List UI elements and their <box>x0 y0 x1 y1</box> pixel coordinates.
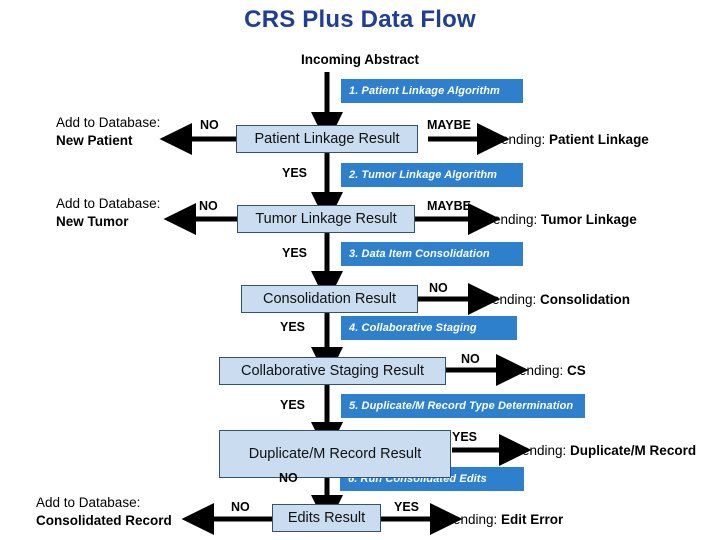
outcome-add-consolidated-record: Add to Database: Consolidated Record <box>36 494 172 530</box>
branch-label-no-6: NO <box>231 500 250 514</box>
pending-value-patient-linkage: Patient Linkage <box>549 132 649 147</box>
branch-label-yes-3: YES <box>280 320 306 334</box>
result-box-collaborative-staging[interactable]: Collaborative Staging Result <box>219 357 446 385</box>
branch-label-no-1: NO <box>200 118 219 132</box>
branch-label-no-5: NO <box>279 471 298 485</box>
pending-prefix-5: Pending: <box>513 443 571 458</box>
outcome-add-new-patient-line2: New Patient <box>56 133 133 149</box>
outcome-add-new-tumor-line2: New Tumor <box>56 214 129 230</box>
pending-prefix-1: Pending: <box>492 132 550 147</box>
outcome-pending-patient-linkage: Pending: Patient Linkage <box>492 131 649 149</box>
pending-prefix-3: Pending: <box>483 292 541 307</box>
outcome-add-new-patient: Add to Database: New Patient <box>56 114 160 150</box>
step-banner-1: 1. Patient Linkage Algorithm <box>341 79 523 103</box>
branch-label-yes-6: YES <box>394 500 420 514</box>
outcome-add-new-tumor: Add to Database: New Tumor <box>56 195 160 231</box>
step-banner-4: 4. Collaborative Staging <box>341 316 517 340</box>
result-box-consolidation[interactable]: Consolidation Result <box>241 285 418 313</box>
outcome-add-consolidated-record-line2: Consolidated Record <box>36 513 172 529</box>
branch-label-yes-5: YES <box>452 430 478 444</box>
result-box-patient-linkage[interactable]: Patient Linkage Result <box>236 125 418 153</box>
pending-prefix-2: Pending: <box>484 212 542 227</box>
branch-label-no-2: NO <box>199 199 218 213</box>
outcome-pending-consolidation: Pending: Consolidation <box>483 291 630 309</box>
step-banner-3: 3. Data Item Consolidation <box>341 242 523 266</box>
page-title: CRS Plus Data Flow <box>244 6 476 33</box>
pending-value-edit-error: Edit Error <box>501 512 564 527</box>
branch-label-maybe-2: MAYBE <box>427 199 471 213</box>
result-box-tumor-linkage[interactable]: Tumor Linkage Result <box>237 205 415 233</box>
branch-label-yes-2: YES <box>282 246 308 260</box>
pending-value-tumor-linkage: Tumor Linkage <box>541 212 637 227</box>
branch-label-yes-4: YES <box>280 398 306 412</box>
incoming-abstract-label: Incoming Abstract <box>300 52 419 67</box>
step-banner-5: 5. Duplicate/M Record Type Determination <box>341 394 585 418</box>
step-banner-2: 2. Tumor Linkage Algorithm <box>341 163 523 187</box>
branch-label-no-3: NO <box>429 281 448 295</box>
result-box-duplicate-m-record[interactable]: Duplicate/M Record Result <box>219 430 451 478</box>
pending-value-consolidation: Consolidation <box>540 292 631 307</box>
pending-value-cs: CS <box>567 363 586 378</box>
pending-prefix-4: Pending: <box>510 363 568 378</box>
pending-value-duplicate-m-record: Duplicate/M Record <box>570 443 697 458</box>
outcome-pending-edit-error: Pending: Edit Error <box>444 511 563 529</box>
outcome-pending-cs: Pending: CS <box>510 362 586 380</box>
branch-label-no-4: NO <box>461 352 480 366</box>
outcome-add-new-patient-line1: Add to Database: <box>56 115 161 130</box>
outcome-add-consolidated-record-line1: Add to Database: <box>36 495 141 510</box>
branch-label-maybe-1: MAYBE <box>427 118 471 132</box>
result-box-edits[interactable]: Edits Result <box>272 504 381 532</box>
pending-prefix-6: Pending: <box>444 512 502 527</box>
outcome-add-new-tumor-line1: Add to Database: <box>56 196 161 211</box>
branch-label-yes-1: YES <box>282 166 308 180</box>
outcome-pending-duplicate-m-record: Pending: Duplicate/M Record <box>513 442 696 460</box>
outcome-pending-tumor-linkage: Pending: Tumor Linkage <box>484 211 637 229</box>
